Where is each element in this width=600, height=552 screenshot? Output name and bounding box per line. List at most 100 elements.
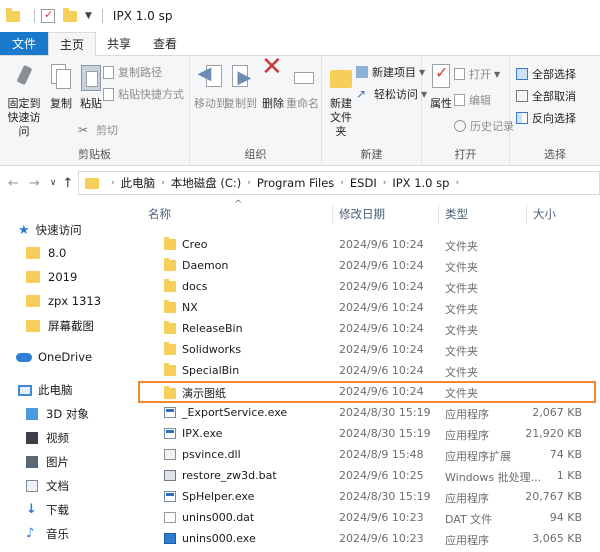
chevron-right-icon[interactable]: › [161, 178, 165, 188]
table-row[interactable]: IPX.exe 2024/8/30 15:19 应用程序 21,920 KB [132, 423, 600, 444]
file-size: 3,065 KB [532, 532, 582, 545]
tab-file[interactable]: 文件 [0, 32, 49, 55]
nav-item-zpx[interactable]: zpx 1313 [26, 294, 101, 308]
video-icon [26, 432, 38, 444]
file-date: 2024/9/6 10:23 [339, 532, 424, 545]
new-item-button[interactable]: 新建项目 ▼ [356, 64, 425, 80]
select-all-button[interactable]: 全部选择 [516, 66, 576, 82]
nav-item-2019[interactable]: 2019 [26, 270, 77, 284]
nav-quick-access[interactable]: ★ 快速访问 [18, 222, 82, 238]
copy-button[interactable]: 复制 [46, 62, 76, 111]
file-name-cell: unins000.exe [164, 532, 256, 545]
file-type: 文件夹 [445, 282, 478, 295]
tab-home[interactable]: 主页 [48, 32, 97, 56]
pin-to-quick-access-button[interactable]: 固定到快速访问 [4, 62, 44, 139]
chevron-right-icon[interactable]: › [455, 178, 459, 188]
select-none-button[interactable]: 全部取消 [516, 88, 576, 104]
cut-button[interactable]: ✂ 剪切 [78, 122, 118, 138]
breadcrumb-this-pc[interactable]: 此电脑 [121, 175, 156, 191]
nav-item-documents[interactable]: 文档 [26, 478, 69, 494]
table-row[interactable]: Creo 2024/9/6 10:24 文件夹 [132, 234, 600, 255]
table-row[interactable]: unins000.exe 2024/9/6 10:23 应用程序 3,065 KB [132, 528, 600, 549]
group-label: 剪贴板 [78, 148, 111, 161]
properties-button[interactable]: ✓ 属性 [426, 62, 456, 111]
folder-icon [164, 258, 176, 271]
copy-to-button[interactable]: ▶ 复制到 [224, 62, 257, 111]
nav-this-pc[interactable]: 此电脑 [18, 382, 73, 398]
column-size[interactable]: 大小 [533, 206, 556, 222]
breadcrumb-esdi[interactable]: ESDI [350, 176, 377, 190]
breadcrumb-c-drive[interactable]: 本地磁盘 (C:) [171, 175, 242, 191]
nav-onedrive[interactable]: OneDrive [16, 350, 92, 364]
folder-icon [164, 321, 176, 334]
table-row[interactable]: Daemon 2024/9/6 10:24 文件夹 [132, 255, 600, 276]
table-row[interactable]: unins000.dat 2024/9/6 10:23 DAT 文件 94 KB [132, 507, 600, 528]
column-divider[interactable] [526, 204, 527, 224]
table-row[interactable]: Solidworks 2024/9/6 10:24 文件夹 [132, 339, 600, 360]
file-date: 2024/9/6 10:24 [339, 364, 424, 377]
address-bar[interactable]: › 此电脑 › 本地磁盘 (C:) › Program Files › ESDI… [78, 171, 600, 195]
rename-button[interactable]: 重命名 [286, 62, 319, 111]
properties-quick-icon[interactable] [41, 8, 55, 23]
file-name-cell: Solidworks [164, 342, 241, 356]
tab-share[interactable]: 共享 [96, 32, 142, 55]
table-row[interactable]: SpecialBin 2024/9/6 10:24 文件夹 [132, 360, 600, 381]
scissors-icon: ✂ [78, 123, 89, 137]
table-row[interactable]: NX 2024/9/6 10:24 文件夹 [132, 297, 600, 318]
column-name[interactable]: 名称 [148, 206, 171, 222]
table-row[interactable]: docs 2024/9/6 10:24 文件夹 [132, 276, 600, 297]
chevron-right-icon[interactable]: › [340, 178, 344, 188]
nav-item-screenshots[interactable]: 屏幕截图 [26, 318, 94, 334]
forward-arrow-icon[interactable]: → [29, 176, 40, 191]
nav-item-videos[interactable]: 视频 [26, 430, 69, 446]
file-icon [164, 533, 176, 544]
file-size: 2,067 KB [532, 406, 582, 419]
chevron-right-icon[interactable]: › [383, 178, 387, 188]
file-date: 2024/9/6 10:23 [339, 511, 424, 524]
table-row[interactable]: _ExportService.exe 2024/8/30 15:19 应用程序 2,0… [132, 402, 600, 423]
tab-view[interactable]: 查看 [142, 32, 188, 55]
copy-path-button[interactable]: 复制路径 [103, 64, 162, 80]
address-row: ← → ∨ ↑ › 此电脑 › 本地磁盘 (C:) › Program File… [0, 166, 600, 200]
invert-selection-button[interactable]: 反向选择 [516, 110, 576, 126]
history-button[interactable]: 历史记录 [454, 118, 514, 134]
select-all-icon [516, 68, 528, 80]
column-divider[interactable] [438, 204, 439, 224]
new-folder-button[interactable]: 新建文件夹 [326, 62, 356, 139]
chevron-down-icon[interactable]: ▼ [85, 11, 92, 21]
file-name-cell: SpecialBin [164, 363, 239, 377]
chevron-down-icon[interactable]: ∨ [50, 178, 57, 188]
chevron-right-icon[interactable]: › [247, 178, 251, 188]
file-type: 文件夹 [445, 303, 478, 316]
up-arrow-icon[interactable]: ↑ [62, 176, 73, 191]
new-folder-quick-icon[interactable] [63, 7, 77, 22]
file-name: docs [182, 280, 208, 293]
breadcrumb-program-files[interactable]: Program Files [257, 176, 334, 190]
table-row[interactable]: restore_zw3d.bat 2024/9/6 10:25 Windows 批处… [132, 465, 600, 486]
easy-access-button[interactable]: ↗ 轻松访问 ▼ [356, 86, 427, 102]
table-row[interactable]: psvince.dll 2024/8/9 15:48 应用程序扩展 74 KB [132, 444, 600, 465]
documents-icon [26, 480, 38, 492]
delete-button[interactable]: ✕ 删除 [258, 54, 288, 111]
paste-shortcut-button[interactable]: 粘贴快捷方式 [103, 86, 184, 102]
table-row[interactable]: SpHelper.exe 2024/8/30 15:19 应用程序 20,767 KB [132, 486, 600, 507]
file-name: IPX.exe [182, 427, 223, 440]
edit-button[interactable]: 编辑 [454, 92, 491, 108]
table-row[interactable]: ReleaseBin 2024/9/6 10:24 文件夹 [132, 318, 600, 339]
column-divider[interactable] [332, 204, 333, 224]
file-name: NX [182, 301, 198, 314]
nav-item-music[interactable]: ♪ 音乐 [26, 526, 69, 542]
nav-item-3d-objects[interactable]: 3D 对象 [26, 406, 89, 422]
chevron-right-icon[interactable]: › [111, 178, 115, 188]
file-date: 2024/8/30 15:19 [339, 427, 431, 440]
move-to-button[interactable]: ◀ 移动到 [194, 62, 227, 111]
nav-item-pictures[interactable]: 图片 [26, 454, 69, 470]
open-button[interactable]: 打开 ▼ [454, 66, 500, 82]
breadcrumb-ipx[interactable]: IPX 1.0 sp [392, 176, 449, 190]
paste-button[interactable]: 粘贴 [76, 62, 106, 111]
nav-item-downloads[interactable]: ↓ 下载 [26, 502, 69, 518]
back-arrow-icon[interactable]: ← [8, 176, 19, 191]
nav-item-8[interactable]: 8.0 [26, 246, 66, 260]
column-date[interactable]: 修改日期 [339, 206, 385, 222]
column-type[interactable]: 类型 [445, 206, 468, 222]
